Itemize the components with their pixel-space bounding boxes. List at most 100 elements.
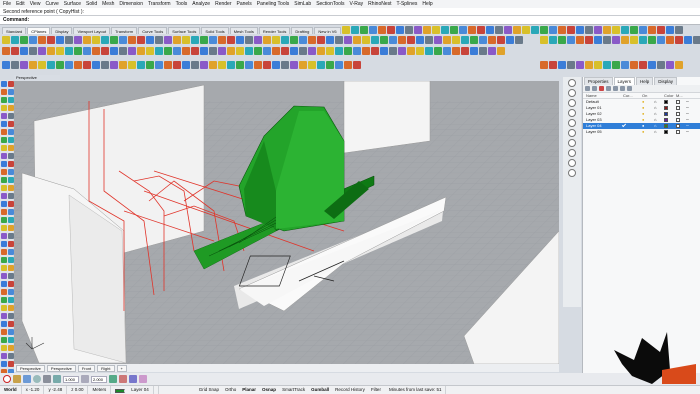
top-tool-32-icon[interactable] — [621, 26, 629, 34]
left-tool-1-icon[interactable] — [1, 81, 7, 87]
standard-tool-57-icon[interactable] — [506, 36, 514, 44]
left-tool-69-icon[interactable] — [1, 353, 7, 359]
left-tool-47-icon[interactable] — [1, 265, 7, 271]
display-tool-40-icon[interactable] — [353, 61, 361, 69]
display-tool-9-icon[interactable] — [74, 61, 82, 69]
left-tool-27-icon[interactable] — [1, 185, 7, 191]
render-tool-1-icon[interactable] — [540, 61, 548, 69]
left-tool-21-icon[interactable] — [1, 161, 7, 167]
top-tool-7-icon[interactable] — [396, 26, 404, 34]
top-tool-23-icon[interactable] — [540, 26, 548, 34]
standard-tool-22-icon[interactable] — [191, 36, 199, 44]
layer-color-swatch[interactable] — [664, 118, 668, 122]
render-tool-10-icon[interactable] — [621, 61, 629, 69]
osnap-tool-28-icon[interactable] — [245, 47, 253, 55]
display-tool-27-icon[interactable] — [236, 61, 244, 69]
menu-file[interactable]: File — [3, 1, 11, 7]
tab-curve-tools[interactable]: Curve Tools — [138, 27, 168, 34]
left-tool-45-icon[interactable] — [1, 257, 7, 263]
display-tool-32-icon[interactable] — [281, 61, 289, 69]
left-tool-41-icon[interactable] — [1, 241, 7, 247]
standard-tool-48-icon[interactable] — [425, 36, 433, 44]
display-tool-1-icon[interactable] — [2, 61, 10, 69]
secondary-tool-2-icon[interactable] — [549, 36, 557, 44]
render-tool-14-icon[interactable] — [657, 61, 665, 69]
tab-display[interactable]: Display — [51, 27, 73, 34]
menu-panels[interactable]: Panels — [237, 1, 252, 7]
osnap-tool-13-icon[interactable] — [110, 47, 118, 55]
left-tool-15-icon[interactable] — [1, 137, 7, 143]
panel-strip-5-icon[interactable] — [568, 119, 576, 127]
standard-tool-1-icon[interactable] — [2, 36, 10, 44]
left-tool-19-icon[interactable] — [1, 153, 7, 159]
left-tool-51-icon[interactable] — [1, 281, 7, 287]
osnap-tool-31-icon[interactable] — [272, 47, 280, 55]
layer-material-swatch[interactable] — [676, 130, 680, 134]
top-tool-29-icon[interactable] — [594, 26, 602, 34]
move-up-icon[interactable] — [606, 86, 611, 91]
viewport-tab-3[interactable]: Front — [77, 364, 96, 372]
toggle-filter[interactable]: Filter — [371, 386, 381, 394]
top-tool-16-icon[interactable] — [477, 26, 485, 34]
top-tool-15-icon[interactable] — [468, 26, 476, 34]
standard-tool-16-icon[interactable] — [137, 36, 145, 44]
osnap-tool-20-icon[interactable] — [173, 47, 181, 55]
osnap-tool-45-icon[interactable] — [398, 47, 406, 55]
display-tool-16-icon[interactable] — [137, 61, 145, 69]
render-tool-3-icon[interactable] — [558, 61, 566, 69]
display-tool-22-icon[interactable] — [191, 61, 199, 69]
layer-name[interactable]: Layer 05 — [586, 129, 623, 135]
standard-tool-18-icon[interactable] — [155, 36, 163, 44]
osnap-tool-27-icon[interactable] — [236, 47, 244, 55]
display-tool-11-icon[interactable] — [92, 61, 100, 69]
standard-tool-35-icon[interactable] — [308, 36, 316, 44]
layer-color-swatch[interactable] — [664, 130, 668, 134]
top-tool-14-icon[interactable] — [459, 26, 467, 34]
tab-drafting[interactable]: Drafting — [291, 27, 314, 34]
osnap-tool-24-icon[interactable] — [209, 47, 217, 55]
menu-edit[interactable]: Edit — [16, 1, 25, 7]
toggle-planar[interactable]: Planar — [242, 386, 256, 394]
standard-tool-44-icon[interactable] — [389, 36, 397, 44]
osnap-tool-1-icon[interactable] — [2, 47, 10, 55]
tab-new-in-v6[interactable]: New in V6 — [314, 27, 341, 34]
linetype-icon[interactable]: ─ — [686, 129, 700, 135]
top-tool-37-icon[interactable] — [666, 26, 674, 34]
secondary-tool-15-icon[interactable] — [666, 36, 674, 44]
panel-strip-8-icon[interactable] — [568, 149, 576, 157]
toggle-ortho[interactable]: Ortho — [225, 386, 236, 394]
layer-material-swatch[interactable] — [676, 118, 680, 122]
display-tool-26-icon[interactable] — [227, 61, 235, 69]
secondary-tool-11-icon[interactable] — [630, 36, 638, 44]
panel-strip-9-icon[interactable] — [568, 159, 576, 167]
osnap-tool-50-icon[interactable] — [443, 47, 451, 55]
osnap-tool-39-icon[interactable] — [344, 47, 352, 55]
top-tool-4-icon[interactable] — [369, 26, 377, 34]
padlock-icon[interactable]: ⌂ — [654, 129, 664, 135]
top-tool-8-icon[interactable] — [405, 26, 413, 34]
layer-tools-icon[interactable] — [627, 86, 632, 91]
left-tool-31-icon[interactable] — [1, 201, 7, 207]
layer-material-swatch[interactable] — [676, 124, 680, 128]
standard-tool-33-icon[interactable] — [290, 36, 298, 44]
display-tool-6-icon[interactable] — [47, 61, 55, 69]
standard-tool-31-icon[interactable] — [272, 36, 280, 44]
osnap-tool-3-icon[interactable] — [20, 47, 28, 55]
standard-tool-3-icon[interactable] — [20, 36, 28, 44]
standard-tool-13-icon[interactable] — [110, 36, 118, 44]
top-tool-2-icon[interactable] — [351, 26, 359, 34]
osnap-tool-14-icon[interactable] — [119, 47, 127, 55]
osnap-tool-19-icon[interactable] — [164, 47, 172, 55]
panel-strip-2-icon[interactable] — [568, 89, 576, 97]
standard-tool-45-icon[interactable] — [398, 36, 406, 44]
osnap-tool-21-icon[interactable] — [182, 47, 190, 55]
layer-color-swatch[interactable] — [664, 106, 668, 110]
secondary-tool-16-icon[interactable] — [675, 36, 683, 44]
record-icon[interactable] — [3, 375, 11, 383]
panel-strip-6-icon[interactable] — [568, 129, 576, 137]
standard-tool-6-icon[interactable] — [47, 36, 55, 44]
toggle-gumball[interactable]: Gumball — [311, 386, 329, 394]
move-down-icon[interactable] — [613, 86, 618, 91]
panel-tab-properties[interactable]: Properties — [584, 77, 613, 85]
rotate-icon[interactable] — [119, 375, 127, 383]
